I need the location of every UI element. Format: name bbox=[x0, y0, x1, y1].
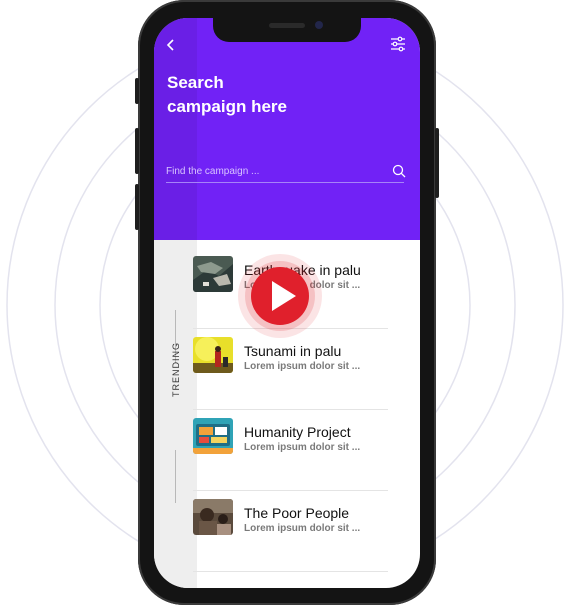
speaker-grille bbox=[269, 23, 305, 28]
campaign-title: Humanity Project bbox=[244, 424, 351, 440]
search-icon[interactable] bbox=[392, 164, 406, 178]
campaign-thumbnail bbox=[193, 499, 233, 535]
list-item[interactable]: The Poor People Lorem ipsum dolor sit ..… bbox=[193, 491, 388, 572]
search-input[interactable] bbox=[166, 161, 376, 181]
campaign-subtitle: Lorem ipsum dolor sit ... bbox=[244, 361, 361, 372]
front-camera bbox=[315, 21, 323, 29]
trending-sidebar: TRENDING bbox=[154, 240, 197, 588]
search-header: Search campaign here bbox=[154, 18, 420, 240]
back-arrow-icon[interactable] bbox=[164, 38, 178, 52]
list-item[interactable]: Tsunami in palu Lorem ipsum dolor sit ..… bbox=[193, 329, 388, 410]
filter-sliders-icon[interactable] bbox=[390, 36, 406, 52]
list-divider bbox=[193, 571, 388, 572]
campaign-subtitle: Lorem ipsum dolor sit ... bbox=[244, 442, 361, 453]
volume-up-button bbox=[135, 128, 139, 174]
list-item[interactable]: Humanity Project Lorem ipsum dolor sit .… bbox=[193, 410, 388, 491]
campaign-thumbnail bbox=[193, 337, 233, 373]
campaign-thumbnail bbox=[193, 256, 233, 292]
campaign-subtitle: Lorem ipsum dolor sit ... bbox=[244, 523, 361, 534]
page-title: Search campaign here bbox=[167, 71, 367, 119]
title-line-2: campaign here bbox=[167, 97, 287, 116]
volume-down-button bbox=[135, 184, 139, 230]
trending-label: TRENDING bbox=[171, 342, 181, 397]
title-line-1: Search bbox=[167, 73, 224, 92]
campaign-title: The Poor People bbox=[244, 505, 350, 521]
campaign-title: Tsunami in palu bbox=[244, 343, 342, 359]
search-underline bbox=[166, 182, 404, 183]
campaign-thumbnail bbox=[193, 418, 233, 454]
power-button bbox=[435, 128, 439, 198]
mute-switch bbox=[135, 78, 139, 104]
phone-notch bbox=[213, 18, 361, 42]
sidebar-line-bottom bbox=[175, 450, 176, 503]
play-video-button[interactable] bbox=[237, 253, 323, 339]
